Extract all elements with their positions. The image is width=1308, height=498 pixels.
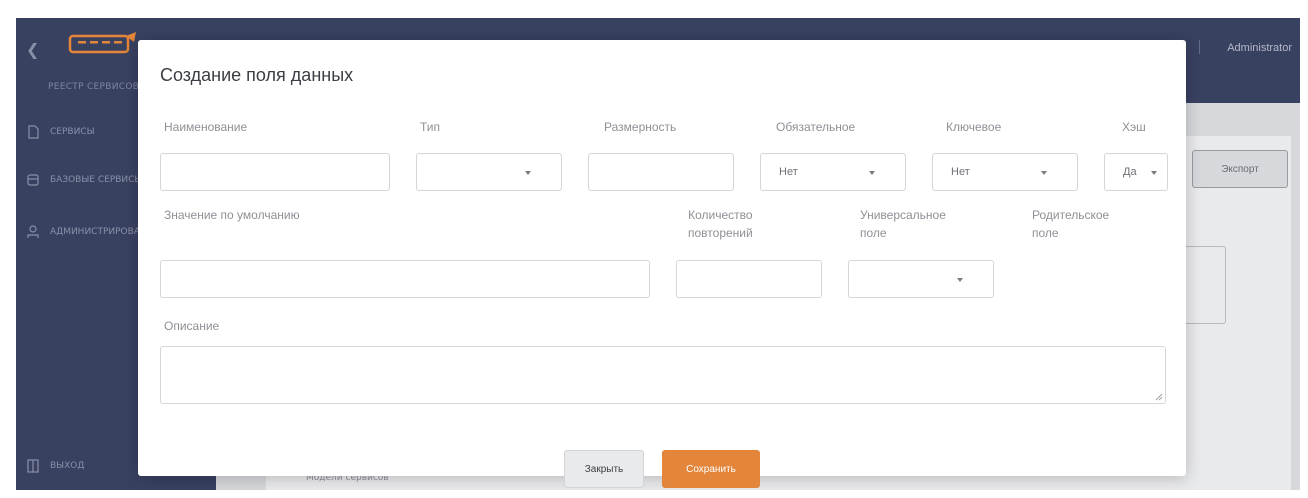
- sidebar-item-label: ВЫХОД: [50, 461, 85, 471]
- universal-select[interactable]: [848, 260, 994, 298]
- chevron-down-icon: [525, 171, 531, 175]
- sidebar-item-services[interactable]: СЕРВИСЫ: [26, 125, 95, 139]
- universal-label-line2: поле: [860, 226, 887, 240]
- dimension-label: Размерность: [604, 120, 677, 134]
- modal-title: Создание поля данных: [160, 65, 354, 85]
- default-value-input[interactable]: [160, 260, 650, 298]
- export-button[interactable]: Экспорт: [1192, 150, 1288, 188]
- save-button[interactable]: Сохранить: [662, 450, 760, 488]
- required-select[interactable]: Нет: [760, 153, 906, 191]
- user-name[interactable]: Administrator: [1227, 42, 1292, 54]
- repeat-count-input[interactable]: [676, 260, 822, 298]
- key-select[interactable]: Нет: [932, 153, 1078, 191]
- required-value: Нет: [779, 166, 798, 178]
- app-subtitle: РЕЕСТР СЕРВИСОВ: [48, 82, 140, 92]
- hash-value: Да: [1123, 166, 1137, 178]
- key-label: Ключевое: [946, 120, 1002, 134]
- user-separator: [1199, 40, 1200, 54]
- hash-select[interactable]: Да: [1104, 153, 1168, 191]
- create-field-modal: Создание поля данных Наименование Тип Ра…: [138, 40, 1186, 488]
- chevron-down-icon: [957, 278, 963, 282]
- dimension-input[interactable]: [588, 153, 734, 191]
- universal-label-line1: Универсальное: [860, 208, 946, 222]
- parent-label: Родительское поле: [1032, 206, 1109, 242]
- file-icon: [28, 125, 39, 139]
- parent-label-line1: Родительское: [1032, 208, 1110, 222]
- resize-handle-icon[interactable]: [1155, 393, 1163, 401]
- universal-label: Универсальное поле: [860, 206, 946, 242]
- repeat-count-label: Количество повторений: [688, 206, 753, 242]
- hash-label: Хэш: [1122, 120, 1146, 134]
- required-label: Обязательное: [776, 120, 856, 134]
- chevron-down-icon: [1151, 171, 1157, 175]
- parent-label-line2: поле: [1032, 226, 1059, 240]
- chevron-down-icon: [1041, 171, 1047, 175]
- user-admin-icon: [27, 225, 39, 238]
- sidebar-item-logout[interactable]: ВЫХОД: [26, 459, 84, 473]
- name-input[interactable]: [160, 153, 390, 191]
- app-window: ❮ РЕЕСТР СЕРВИСОВ Administrator СЕРВИСЫ …: [16, 18, 1300, 490]
- database-icon: [27, 174, 39, 186]
- key-value: Нет: [951, 166, 970, 178]
- description-textarea[interactable]: [160, 346, 1166, 404]
- default-value-label: Значение по умолчанию: [164, 208, 300, 222]
- sidebar-item-label: СЕРВИСЫ: [50, 127, 95, 137]
- name-label: Наименование: [164, 120, 248, 134]
- repeat-count-label-line2: повторений: [688, 226, 753, 240]
- chevron-down-icon: [869, 171, 875, 175]
- close-button[interactable]: Закрыть: [564, 450, 644, 488]
- type-select[interactable]: [416, 153, 562, 191]
- repeat-count-label-line1: Количество: [688, 208, 753, 222]
- type-label: Тип: [420, 120, 441, 134]
- sidebar-item-base-services[interactable]: БАЗОВЫЕ СЕРВИСЫ: [26, 173, 142, 187]
- app-logo: [68, 32, 136, 54]
- description-label: Описание: [164, 319, 220, 333]
- back-arrow-icon[interactable]: ❮: [26, 40, 39, 59]
- sidebar-item-label: БАЗОВЫЕ СЕРВИСЫ: [50, 175, 143, 185]
- logout-icon: [27, 459, 39, 473]
